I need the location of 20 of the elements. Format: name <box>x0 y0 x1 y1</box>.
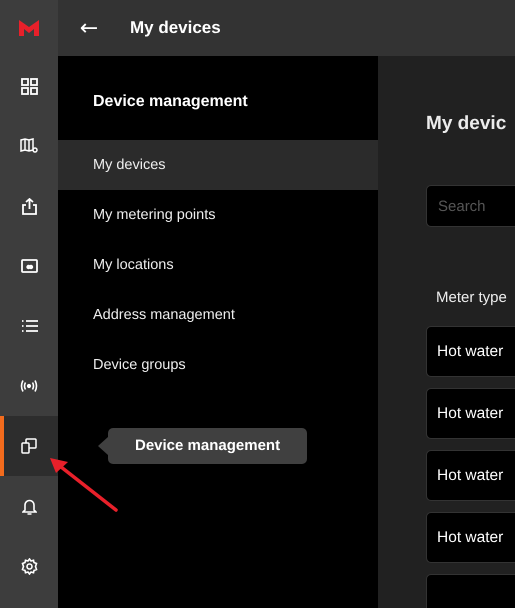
menu-item[interactable]: My locations <box>58 240 378 290</box>
table-cell: Hot water <box>437 466 504 484</box>
table-cell: Hot water <box>437 404 504 422</box>
table-cell: Hot water <box>437 528 504 546</box>
menu-item[interactable]: My metering points <box>58 190 378 240</box>
back-button[interactable]: ← <box>78 16 100 40</box>
section-title: My devic <box>426 113 508 135</box>
menu-item[interactable]: Device groups <box>58 340 378 390</box>
column-header: Meter type <box>435 289 508 306</box>
menu-item[interactable]: Address management <box>58 290 378 340</box>
table-cell: Hot water <box>437 342 504 360</box>
table-row[interactable]: Hot water <box>426 512 515 563</box>
menu-item[interactable]: My devices <box>58 140 378 190</box>
tooltip: Device management <box>98 428 308 464</box>
search-field[interactable]: Search <box>426 185 515 227</box>
page-title: My devices <box>130 18 221 38</box>
panel-title: Device management <box>92 92 249 112</box>
table-row[interactable]: Hot water <box>426 326 515 377</box>
table-row[interactable]: Hot water <box>426 388 515 439</box>
table-row[interactable]: Hot water <box>426 450 515 501</box>
